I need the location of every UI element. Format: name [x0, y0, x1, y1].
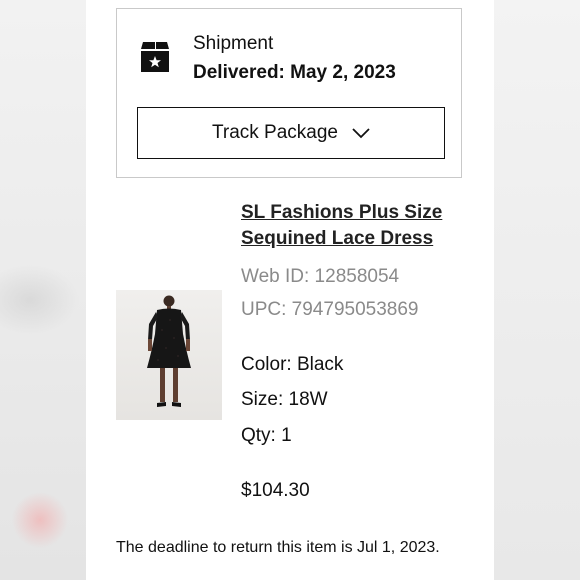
return-deadline-note: The deadline to return this item is Jul …	[116, 539, 440, 556]
background-left	[0, 0, 86, 580]
delivery-status: Delivered: May 2, 2023	[193, 62, 396, 83]
chevron-down-icon	[338, 123, 370, 144]
product-qty: Qty: 1	[241, 425, 292, 446]
track-package-label: Track Package	[211, 122, 338, 143]
product-price: $104.30	[241, 480, 310, 501]
shipment-label: Shipment	[193, 33, 274, 54]
order-detail-page: Shipment Delivered: May 2, 2023 Track Pa…	[86, 0, 494, 580]
web-id: Web ID: 12858054	[241, 266, 400, 287]
product-image[interactable]	[116, 290, 222, 420]
background-right	[494, 0, 580, 580]
product-title-link[interactable]: SL Fashions Plus Size Sequined Lace Dres…	[241, 200, 481, 252]
upc: UPC: 794795053869	[241, 299, 419, 320]
box-star-icon	[139, 39, 171, 73]
shipment-card: Shipment Delivered: May 2, 2023 Track Pa…	[116, 8, 462, 178]
product-color: Color: Black	[241, 354, 344, 375]
product-size: Size: 18W	[241, 389, 328, 410]
track-package-button[interactable]: Track Package	[137, 107, 445, 159]
